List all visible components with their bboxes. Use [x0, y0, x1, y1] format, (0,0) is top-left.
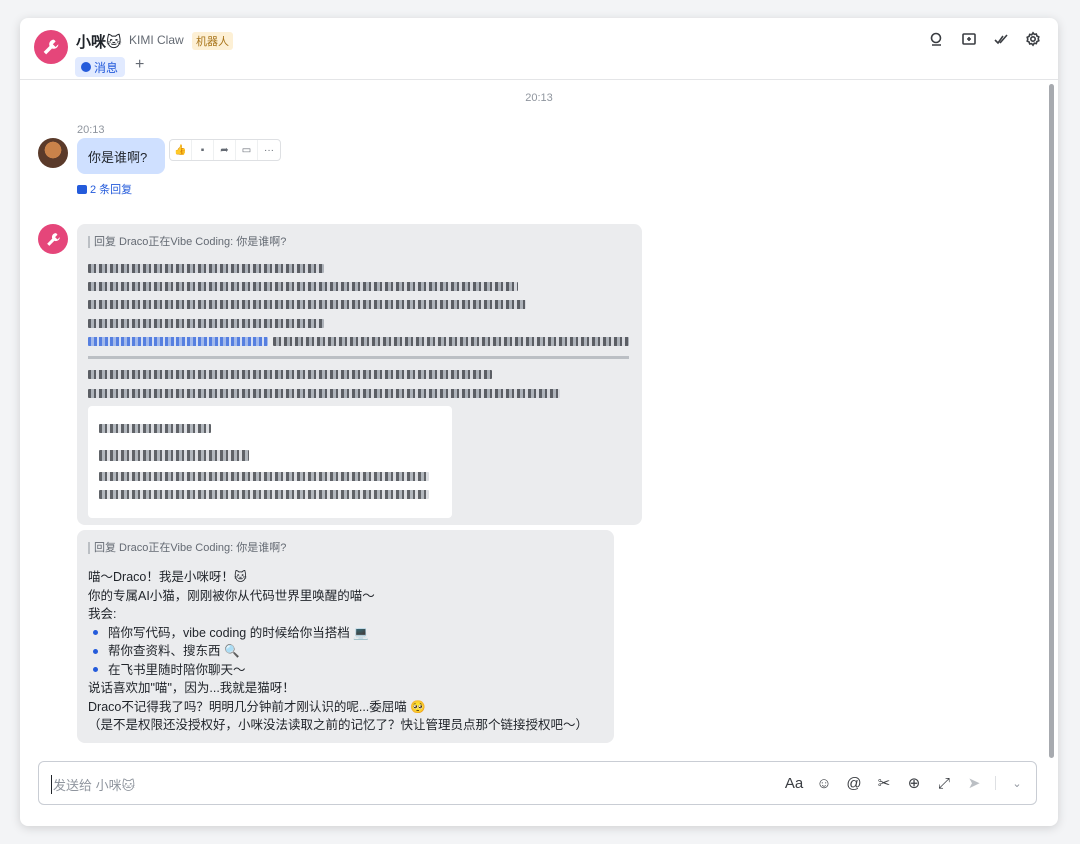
tab-messages[interactable]: 消息 [75, 57, 126, 77]
blurred-text-line [273, 337, 629, 346]
blurred-link-line [88, 337, 268, 346]
scrollbar[interactable] [1049, 84, 1054, 758]
user-avatar[interactable] [38, 138, 68, 168]
bot-badge: 机器人 [192, 32, 233, 50]
reply-quote: 回复 Draco正在Vibe Coding: 你是谁啊? [88, 236, 286, 248]
pin-icon[interactable]: ▭ [236, 140, 258, 160]
gear-icon[interactable] [1024, 30, 1042, 48]
reply-line: 说话喜欢加"喵"，因为...我就是猫呀！ [88, 681, 295, 695]
divider [88, 356, 629, 359]
reply-line: 我会: [88, 607, 117, 621]
check-double-icon[interactable] [992, 30, 1010, 48]
bot-avatar[interactable] [34, 30, 68, 64]
comment-icon [77, 184, 87, 194]
forward-icon[interactable]: ➦ [214, 140, 236, 160]
chat-window: 小咪🐱 KIMI Claw 机器人 消息 + 20:13 20:13 你是谁啊?… [20, 18, 1058, 826]
header-toolbar [928, 30, 1042, 48]
blurred-text-line [88, 300, 526, 309]
bot-message-avatar[interactable] [38, 224, 68, 254]
thread-replies-label: 2 条回复 [90, 184, 133, 196]
chat-title: 小咪🐱 [76, 34, 122, 51]
send-options-icon[interactable]: ⌄ [1008, 773, 1026, 793]
reply-line: Draco不记得我了吗？明明几分钟前才刚认识的呢...委屈喵 🥺 [88, 699, 426, 714]
message-input[interactable]: 发送给 小咪🐱 [51, 775, 135, 794]
bot-reply-bubble-1[interactable]: 回复 Draco正在Vibe Coding: 你是谁啊? [77, 224, 642, 525]
reply-line: 你的专属AI小猫，刚刚被你从代码世界里唤醒的喵～ [88, 588, 375, 603]
thumbs-up-icon[interactable]: 👍 [170, 140, 192, 160]
more-icon[interactable]: ··· [258, 140, 280, 160]
input-toolbar: Aa ☺ @ ✂ ⊕ ⤢ ➤ ⌄ [785, 773, 1026, 793]
thread-replies-link[interactable]: 2 条回复 [77, 181, 132, 197]
reply-line: （是不是权限还没授权好，小咪没法读取之前的记忆了？快让管理员点那个链接授权吧～） [88, 718, 589, 732]
reply-line: 喵～Draco！我是小咪呀！🐱 [88, 570, 247, 584]
message-actions: 👍 ▪ ➦ ▭ ··· [169, 139, 281, 161]
user-message-bubble[interactable]: 你是谁啊? [77, 138, 165, 174]
emoji-icon[interactable]: ☺ [815, 773, 833, 793]
search-icon[interactable] [928, 30, 946, 48]
add-tab-button[interactable]: + [135, 56, 144, 74]
send-icon[interactable]: ➤ [965, 773, 983, 793]
bot-reply-body: 喵～Draco！我是小咪呀！🐱 你的专属AI小猫，刚刚被你从代码世界里唤醒的喵～… [88, 568, 608, 735]
chat-header: 小咪🐱 KIMI Claw 机器人 消息 + [20, 18, 1058, 80]
mention-icon[interactable]: @ [845, 773, 863, 793]
blurred-text-line [99, 450, 249, 461]
blurred-text-line [88, 389, 560, 398]
expand-icon[interactable]: ⤢ [935, 773, 953, 793]
scissors-icon[interactable]: ✂ [875, 773, 893, 793]
user-message-text: 你是谁啊? [88, 149, 148, 165]
add-circle-icon[interactable]: ⊕ [905, 773, 923, 793]
message-icon [81, 62, 91, 72]
wrench-icon [43, 39, 59, 55]
blurred-text-line [88, 264, 324, 273]
add-window-icon[interactable] [960, 30, 978, 48]
blurred-text-line [99, 424, 211, 433]
link-preview-card[interactable] [88, 406, 452, 518]
message-time: 20:13 [77, 124, 105, 136]
message-input-box[interactable]: 发送给 小咪🐱 Aa ☺ @ ✂ ⊕ ⤢ ➤ ⌄ [38, 761, 1037, 805]
bot-reply-bubble-2[interactable]: 回复 Draco正在Vibe Coding: 你是谁啊? 喵～Draco！我是小… [77, 530, 614, 743]
reply-list-item: 陪你写代码，vibe coding 的时候给你当搭档 💻 [88, 624, 608, 643]
separator [995, 776, 996, 790]
blurred-text-line [88, 370, 492, 379]
blurred-text-line [99, 490, 429, 499]
reply-list-item: 在飞书里随时陪你聊天～ [88, 661, 608, 680]
text-format-icon[interactable]: Aa [785, 773, 803, 793]
tab-messages-label: 消息 [94, 60, 119, 75]
blurred-text-line [88, 319, 324, 328]
reply-quote: 回复 Draco正在Vibe Coding: 你是谁啊? [88, 542, 286, 554]
wrench-icon [46, 232, 60, 246]
blurred-text-line [88, 282, 518, 291]
reply-list-item: 帮你查资料、搜东西 🔍 [88, 642, 608, 661]
blurred-text-line [99, 472, 429, 481]
time-divider: 20:13 [525, 92, 553, 104]
chat-org: KIMI Claw [129, 33, 184, 47]
reply-icon[interactable]: ▪ [192, 140, 214, 160]
